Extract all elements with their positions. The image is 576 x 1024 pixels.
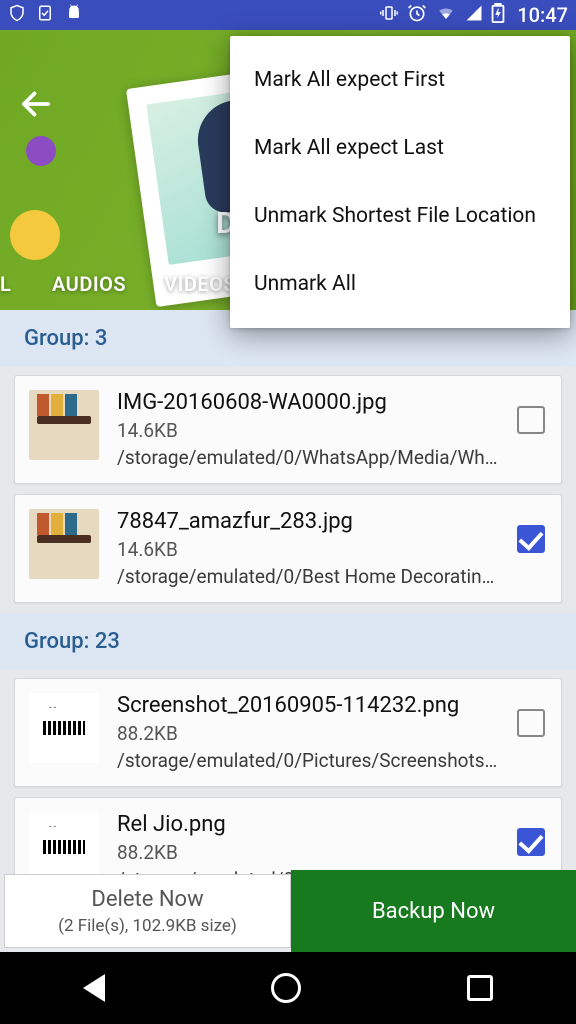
vibrate-icon [379,4,399,27]
decoration-dot [26,136,56,166]
back-button[interactable] [18,86,54,131]
tab-videos[interactable]: VIDEOS [164,272,236,296]
file-checkbox[interactable] [517,828,545,856]
file-info: Screenshot_20160905-114232.png 88.2KB /s… [117,693,499,772]
system-navigation-bar [0,952,576,1024]
shield-icon [8,4,26,27]
cell-signal-icon [465,4,483,27]
file-size: 14.6KB [117,538,499,561]
file-name: Rel Jio.png [117,812,499,837]
file-checkbox[interactable] [517,709,545,737]
file-row[interactable]: Screenshot_20160905-114232.png 88.2KB /s… [14,678,562,787]
status-clock-text: 10:47 [517,3,568,27]
nav-back-icon[interactable] [83,974,105,1002]
file-name: IMG-20160608-WA0000.jpg [117,390,499,415]
menu-item-mark-all-except-first[interactable]: Mark All expect First [230,46,570,114]
clipboard-check-icon [36,4,54,27]
group-header: Group: 23 [0,613,576,670]
file-size: 14.6KB [117,419,499,442]
decoration-circle [10,210,60,260]
delete-now-button[interactable]: Delete Now (2 File(s), 102.9KB size) [4,874,291,948]
menu-item-mark-all-except-last[interactable]: Mark All expect Last [230,114,570,182]
menu-item-unmark-all[interactable]: Unmark All [230,250,570,318]
file-checkbox[interactable] [517,406,545,434]
bottom-action-bar: Delete Now (2 File(s), 102.9KB size) Bac… [0,870,576,952]
status-bar: 10:47 [0,0,576,30]
file-checkbox[interactable] [517,525,545,553]
wifi-icon [435,4,457,27]
file-info: IMG-20160608-WA0000.jpg 14.6KB /storage/… [117,390,499,469]
battery-charging-icon [491,3,505,28]
file-name: Screenshot_20160905-114232.png [117,693,499,718]
file-thumbnail [29,693,99,763]
delete-sublabel: (2 File(s), 102.9KB size) [58,916,237,936]
file-size: 88.2KB [117,722,499,745]
nav-recent-icon[interactable] [467,975,493,1001]
file-size: 88.2KB [117,841,499,864]
alarm-icon [407,3,427,28]
file-row[interactable]: 78847_amazfur_283.jpg 14.6KB /storage/em… [14,494,562,603]
file-row[interactable]: IMG-20160608-WA0000.jpg 14.6KB /storage/… [14,375,562,484]
tab-audios[interactable]: AUDIOS [52,272,126,296]
overflow-menu: Mark All expect First Mark All expect La… [230,36,570,328]
delete-label: Delete Now [91,887,203,912]
file-path: /storage/emulated/0/Best Home Decorating… [117,565,499,588]
backup-now-button[interactable]: Backup Now [291,870,576,952]
file-name: 78847_amazfur_283.jpg [117,509,499,534]
backup-label: Backup Now [372,899,495,924]
file-path: /storage/emulated/0/Pictures/Screenshots… [117,749,499,772]
android-robot-icon [64,3,84,28]
file-thumbnail [29,509,99,579]
file-path: /storage/emulated/0/WhatsApp/Media/What… [117,446,499,469]
menu-item-unmark-shortest-location[interactable]: Unmark Shortest File Location [230,182,570,250]
file-info: 78847_amazfur_283.jpg 14.6KB /storage/em… [117,509,499,588]
nav-home-icon[interactable] [271,973,301,1003]
tab-partial[interactable]: L [0,272,14,296]
file-thumbnail [29,390,99,460]
